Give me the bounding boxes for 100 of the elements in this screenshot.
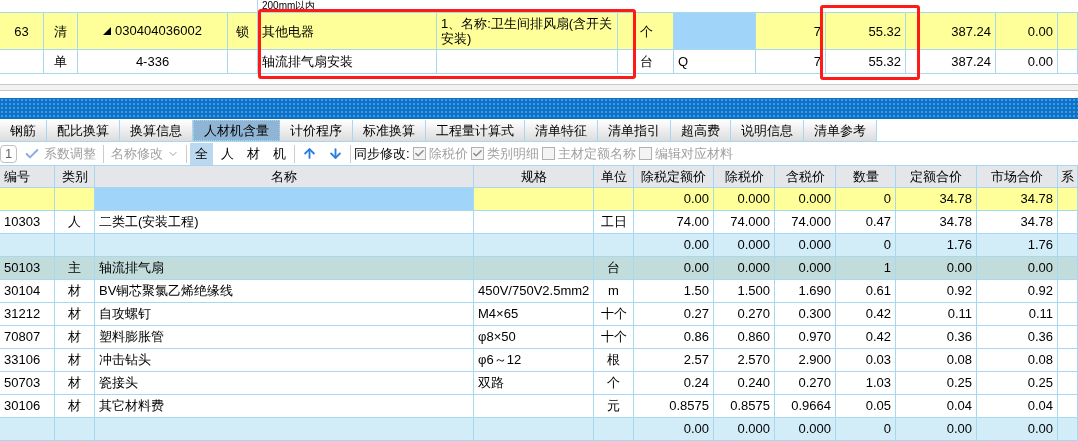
table-row[interactable]: 33106 材 冲击钻头 φ6～12 根 2.57 2.570 2.900 0.03 0.08 0.08 <box>0 349 1078 372</box>
check-icon <box>471 148 483 159</box>
table-cell-text: 0.000 <box>798 236 831 255</box>
selected-cell[interactable] <box>674 13 756 49</box>
table-cell-text: 0.270 <box>737 305 770 324</box>
table-cell-text: 材 <box>68 328 81 347</box>
tab[interactable]: 说明信息 <box>731 120 804 141</box>
table-cell-text: BV铜芯聚氯乙烯绝缘线 <box>99 282 234 301</box>
table-cell-text: 十个 <box>600 328 627 347</box>
column-header[interactable]: 含税价 <box>775 166 836 187</box>
table-cell-text: 30104 <box>4 282 41 301</box>
column-header[interactable]: 类别 <box>55 166 95 187</box>
column-header[interactable]: 名称 <box>95 166 474 187</box>
table-row[interactable]: 31212 材 自攻螺钉 M4×65 十个 0.27 0.270 0.300 0.42 0.11 0.11 <box>0 303 1078 326</box>
table-cell-text: 0.00 <box>946 259 972 278</box>
tab[interactable]: 清单特征 <box>525 120 598 141</box>
table-row[interactable]: 单 4-336 轴流排气扇安装 台 Q 7 55.32 387.24 0.00 <box>0 50 1078 74</box>
check-icon <box>413 148 425 159</box>
table-cell-text: 4-336 <box>135 52 170 71</box>
table-cell-text: 双路 <box>478 374 504 393</box>
filter-button[interactable]: 材 <box>242 142 265 165</box>
column-header[interactable]: 定额合价 <box>896 166 977 187</box>
table-cell-text: 1.76 <box>946 236 972 255</box>
table-cell-text: 0.270 <box>798 374 831 393</box>
table-cell-text: 0.92 <box>946 282 972 301</box>
horizontal-scrollbar[interactable] <box>0 84 1078 91</box>
table-cell-text: 0.08 <box>946 351 972 370</box>
table-cell-text: 34.78 <box>939 213 972 232</box>
column-header[interactable]: 除税定额价 <box>634 166 714 187</box>
table-cell-text: 根 <box>607 351 620 370</box>
collapse-triangle-icon[interactable] <box>103 27 112 35</box>
table-cell-text: 1.50 <box>683 282 709 301</box>
count-field[interactable]: 1 <box>0 144 17 163</box>
table-cell-text: 0.000 <box>798 420 831 439</box>
tab[interactable]: 配比换算 <box>47 120 120 141</box>
column-header[interactable]: 单位 <box>594 166 634 187</box>
table-cell-text: 0.36 <box>946 328 972 347</box>
splitter-bar[interactable] <box>0 98 1078 119</box>
table-cell-text: 0.00 <box>946 420 972 439</box>
table-cell-text: 台 <box>607 259 620 278</box>
table-row[interactable]: 10303 人 二类工(安装工程) 工日 74.00 74.000 74.000 0.47 34.78 34.78 <box>0 211 1078 234</box>
table-row[interactable]: 0.00 0.000 0.000 0 1.76 1.76 <box>0 234 1078 257</box>
column-header[interactable]: 编号 <box>0 166 55 187</box>
filter-button[interactable]: 全 <box>190 142 213 165</box>
column-header[interactable]: 除税价 <box>714 166 775 187</box>
table-row[interactable]: 50703 材 瓷接头 双路 个 0.24 0.240 0.270 1.03 0.25 0.25 <box>0 372 1078 395</box>
table-row[interactable]: 0.00 0.000 0.000 0 0.00 0.00 <box>0 418 1078 441</box>
table-cell-text: 0.00 <box>683 259 709 278</box>
move-up-icon[interactable] <box>302 146 317 161</box>
table-cell-text: 0.61 <box>865 282 891 301</box>
tab[interactable]: 人材机含量 <box>193 120 280 141</box>
table-cell-text: 0.86 <box>683 328 709 347</box>
table-cell-text: 0.00 <box>683 420 709 439</box>
move-down-icon[interactable] <box>328 146 343 161</box>
table-cell-text: 450V/750V2.5mm2 <box>478 282 590 301</box>
tab[interactable]: 工程量计算式 <box>426 120 525 141</box>
table-cell-text: 0.000 <box>737 420 770 439</box>
tab[interactable]: 清单参考 <box>804 120 877 141</box>
table-cell-text: 0.27 <box>683 305 709 324</box>
table-cell-text: 0.36 <box>1027 328 1053 347</box>
tab[interactable]: 换算信息 <box>120 120 193 141</box>
column-header[interactable]: 规格 <box>474 166 594 187</box>
tab[interactable]: 清单指引 <box>598 120 671 141</box>
table-cell-text: 1 <box>883 259 891 278</box>
table-cell-text: 主 <box>68 259 81 278</box>
table-cell-text: 1.76 <box>1027 236 1053 255</box>
table-cell: 55.32 <box>868 23 901 39</box>
table-cell-text: 自攻螺钉 <box>99 305 151 324</box>
column-header[interactable]: 市场合价 <box>977 166 1058 187</box>
table-cell-text: 1.690 <box>798 282 831 301</box>
table-cell-text: 0 <box>883 236 891 255</box>
table-row[interactable]: 0.00 0.000 0.000 0 34.78 34.78 <box>0 188 1078 211</box>
table-cell-text: 31212 <box>4 305 41 324</box>
table-cell-text: 0.970 <box>798 328 831 347</box>
table-row[interactable]: 63 清 030404036002 锁 其他电器 1、名称:卫生间排风扇(含开关安装) 个 7 55.32 387.24 0.00 <box>0 13 1078 50</box>
filter-button[interactable]: 机 <box>268 142 291 165</box>
selected-cell[interactable] <box>95 188 474 210</box>
table-cell-text: 0 <box>883 420 891 439</box>
table-cell: 0.00 <box>1027 54 1053 69</box>
table-row[interactable]: 30106 材 其它材料费 元 0.8575 0.8575 0.9664 0.05 0.04 0.04 <box>0 395 1078 418</box>
tab[interactable]: 超高费 <box>671 120 731 141</box>
table-row[interactable]: 50103 主 轴流排气扇 台 0.00 0.000 0.000 1 0.00 0.00 <box>0 257 1078 280</box>
table-row[interactable]: 30104 材 BV铜芯聚氯乙烯绝缘线 450V/750V2.5mm2 m 1.50 1.500 1.690 0.61 0.92 0.92 <box>0 280 1078 303</box>
table-cell-text: 33106 <box>4 351 41 370</box>
table-cell-text: 74.000 <box>791 213 831 232</box>
tab[interactable]: 标准换算 <box>353 120 426 141</box>
table-cell-text: 0.000 <box>737 259 770 278</box>
table-cell-text: 0.00 <box>1027 259 1053 278</box>
table-cell-text: 10303 <box>4 213 41 232</box>
table-row[interactable]: 70807 材 塑料膨胀管 φ8×50 十个 0.86 0.860 0.970 0.42 0.36 0.36 <box>0 326 1078 349</box>
table-cell-text: 2.900 <box>798 351 831 370</box>
column-header[interactable]: 系 <box>1058 166 1078 187</box>
tab[interactable]: 钢筋 <box>0 120 47 141</box>
table-cell: 7 <box>813 54 821 69</box>
table-cell-text: 0.11 <box>947 305 972 324</box>
filter-button[interactable]: 人 <box>216 142 239 165</box>
column-header[interactable]: 数量 <box>836 166 896 187</box>
table-cell: 个 <box>640 23 653 39</box>
table-cell-text: 50703 <box>4 374 41 393</box>
tab[interactable]: 计价程序 <box>280 120 353 141</box>
